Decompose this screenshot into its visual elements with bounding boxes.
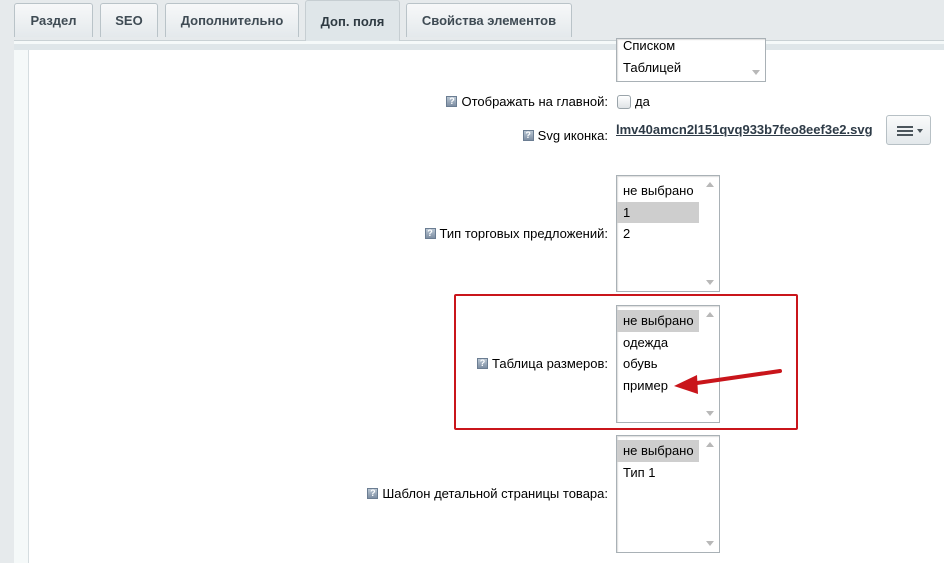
list-option[interactable]: Списком [617,39,765,57]
scrollbar[interactable] [749,39,763,81]
scroll-down-icon[interactable] [706,280,714,285]
detail-template-label: ? Шаблон детальной страницы товара: [367,486,608,501]
tab-extra-fields[interactable]: Доп. поля [305,0,400,41]
help-icon[interactable]: ? [424,228,436,239]
help-icon[interactable]: ? [522,130,534,141]
list-option[interactable]: 2 [617,223,699,245]
highlight-box [454,294,798,430]
list-option[interactable]: не выбрано [617,440,699,462]
show-on-main-label: ? Отображать на главной: [446,94,608,109]
scrollbar[interactable] [703,176,717,291]
tab-section[interactable]: Раздел [14,3,93,37]
menu-icon [897,126,913,136]
svg-icon-label: ? Svg иконка: [522,128,608,143]
display-mode-list[interactable]: Списком Таблицей [616,38,766,82]
scrollbar[interactable] [703,436,717,552]
tab-bar: Раздел SEO Дополнительно Доп. поля Свойс… [0,0,944,41]
field-label: Отображать на главной: [461,94,608,109]
help-icon[interactable]: ? [367,488,379,499]
checkbox-label: да [635,94,650,109]
scroll-down-icon[interactable] [706,541,714,546]
field-label: Шаблон детальной страницы товара: [382,486,608,501]
help-icon[interactable]: ? [446,96,458,107]
tab-seo[interactable]: SEO [100,3,158,37]
list-option[interactable]: не выбрано [617,180,699,202]
chevron-down-icon [917,129,923,133]
scroll-up-icon[interactable] [706,442,714,447]
tab-additional[interactable]: Дополнительно [165,3,299,37]
offer-type-list[interactable]: не выбрано 1 2 [616,175,720,292]
list-option[interactable]: 1 [617,201,699,223]
svg-file-link[interactable]: lmv40amcn2l151qvq933b7feo8eef3e2.svg [616,122,873,137]
list-option[interactable]: Таблицей [617,57,765,79]
scroll-down-icon[interactable] [752,70,760,75]
tab-element-properties[interactable]: Свойства элементов [406,3,572,37]
scroll-up-icon[interactable] [706,182,714,187]
list-option[interactable]: Тип 1 [617,462,699,484]
offer-type-label: ? Тип торговых предложений: [424,226,608,241]
field-label: Тип торговых предложений: [439,226,608,241]
field-label: Svg иконка: [537,128,608,143]
show-on-main-checkbox[interactable] [617,95,631,109]
file-menu-button[interactable] [886,115,931,145]
detail-template-list[interactable]: не выбрано Тип 1 [616,435,720,553]
